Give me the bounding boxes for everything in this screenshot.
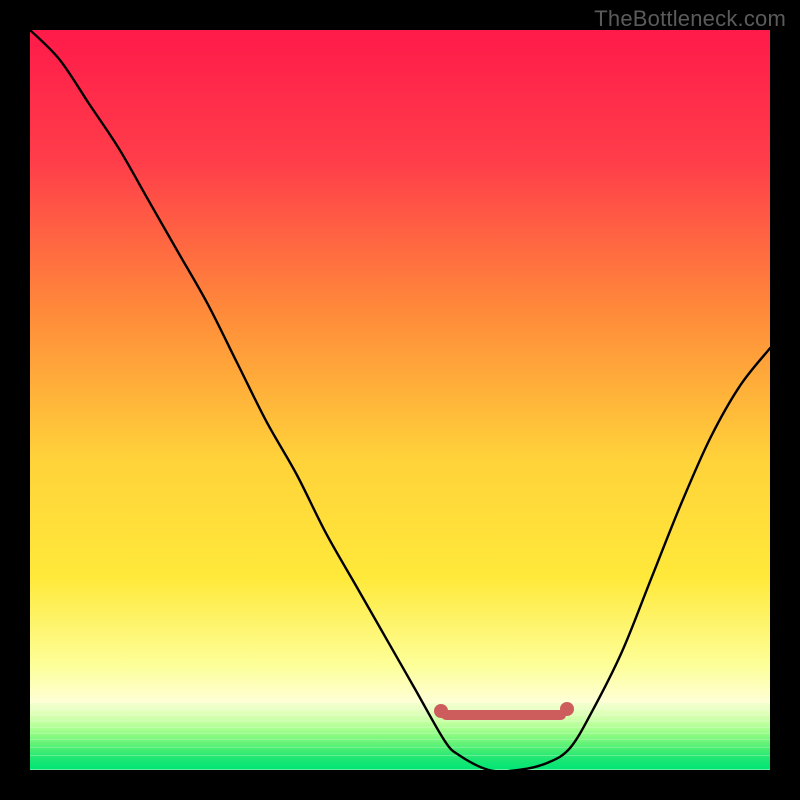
optimal-range-start-dot <box>434 704 448 718</box>
watermark-text: TheBottleneck.com <box>594 6 786 32</box>
plot-area <box>30 30 770 770</box>
optimal-range-end-dot <box>560 702 574 716</box>
bottleneck-curve <box>30 30 770 770</box>
chart-frame: TheBottleneck.com <box>0 0 800 800</box>
optimal-range-marker <box>441 710 567 720</box>
